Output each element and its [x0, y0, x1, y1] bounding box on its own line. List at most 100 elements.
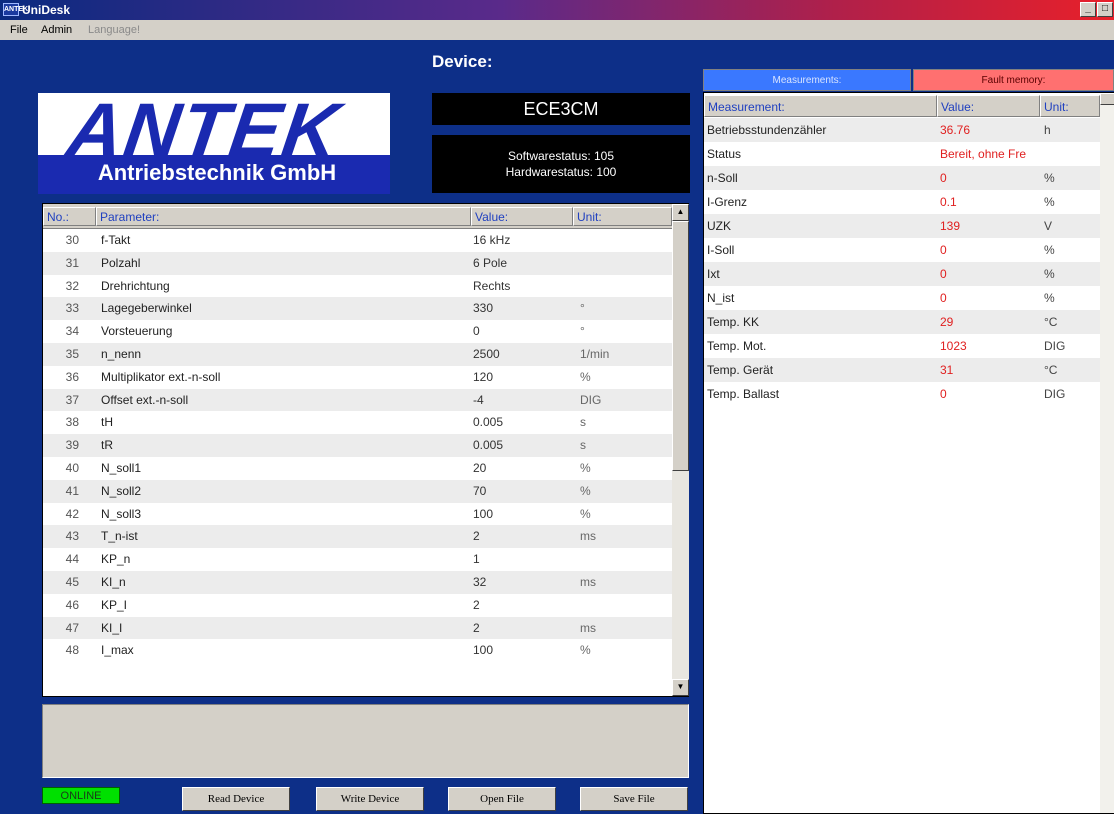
parameter-name: I_max	[101, 643, 134, 658]
table-row[interactable]: 43 T_n-ist 2 ms	[43, 525, 672, 549]
table-row[interactable]: 36 Multiplikator ext.-n-soll 120%	[43, 366, 672, 389]
measurement-name: Temp. Mot.	[707, 339, 767, 353]
table-row[interactable]: 38 tH 0.005 s	[43, 411, 672, 434]
write-device-button[interactable]: Write Device	[316, 787, 424, 811]
table-row[interactable]: I-Grenz 0.1%	[704, 190, 1100, 214]
scroll-thumb[interactable]	[1100, 93, 1114, 105]
measurement-value: 0	[940, 243, 947, 257]
column-header-unit[interactable]: Unit:	[1040, 95, 1100, 117]
tab-fault-memory[interactable]: Fault memory:	[913, 69, 1114, 91]
scroll-thumb[interactable]	[672, 221, 689, 471]
table-row[interactable]: 34 Vorsteuerung 0 °	[43, 320, 672, 343]
title-bar[interactable]: ANTEK UniDesk _ □	[0, 0, 1114, 20]
parameter-number: 43	[65, 529, 79, 544]
parameter-unit: DIG	[580, 392, 602, 407]
scroll-down-arrow-icon[interactable]: ▼	[672, 679, 689, 696]
parameter-name: N_soll2	[101, 483, 142, 498]
parameter-name: KI_n	[101, 574, 126, 589]
parameter-number: 34	[65, 324, 79, 339]
table-row[interactable]: 37 Offset ext.-n-soll -4 DIG	[43, 388, 672, 412]
parameter-value: 1	[473, 552, 480, 567]
table-row[interactable]: 44 KP_n 1	[43, 548, 672, 571]
parameter-value: 100	[473, 643, 494, 658]
parameter-value: 0.005	[473, 415, 504, 430]
table-row[interactable]: n-Soll 0%	[704, 166, 1100, 190]
table-row[interactable]: 46 KP_I 2	[43, 594, 672, 617]
table-row[interactable]: 32 Drehrichtung Rechts	[43, 275, 672, 298]
column-header-no[interactable]: No.:	[43, 207, 96, 226]
parameter-name: N_soll3	[101, 506, 142, 521]
parameter-value: -4	[473, 392, 484, 407]
open-file-button[interactable]: Open File	[448, 787, 556, 811]
menu-language[interactable]: Language!	[88, 24, 140, 36]
parameter-name: tR	[101, 438, 113, 453]
parameter-number: 37	[65, 392, 79, 407]
table-row[interactable]: Temp. KK 29 °C	[704, 310, 1100, 334]
table-row[interactable]: 41 N_soll2 70%	[43, 479, 672, 503]
column-header-value[interactable]: Value:	[471, 207, 573, 226]
measurement-table: Measurement: Value: Unit: Betriebsstunde…	[703, 92, 1114, 814]
minimize-button[interactable]: _	[1080, 2, 1096, 17]
table-row[interactable]: Temp. Gerät 31 °C	[704, 358, 1100, 382]
table-row[interactable]: 47 KI_I 2 ms	[43, 616, 672, 640]
table-row[interactable]: 42 N_soll3 100%	[43, 503, 672, 526]
table-row[interactable]: Temp. Ballast 0 DIG	[704, 382, 1100, 406]
parameter-number: 33	[65, 301, 79, 316]
table-row[interactable]: 45 KI_n 32 ms	[43, 570, 672, 594]
table-row[interactable]: N_ist 0%	[704, 286, 1100, 310]
table-row[interactable]: Ixt 0%	[704, 262, 1100, 286]
parameter-name: n_nenn	[101, 346, 142, 361]
parameter-table-header: No.: Parameter: Value: Unit:	[43, 204, 672, 229]
parameter-value: 2500	[473, 346, 500, 361]
measurement-value: 0	[940, 291, 947, 305]
parameter-unit: %	[580, 460, 591, 475]
menu-admin[interactable]: Admin	[41, 24, 72, 36]
measurement-unit: %	[1044, 291, 1055, 305]
table-row[interactable]: Temp. Mot. 1023 DIG	[704, 334, 1100, 358]
measurement-unit: °C	[1044, 363, 1058, 377]
table-row[interactable]: Status Bereit, ohne Fre	[704, 142, 1100, 166]
scroll-up-arrow-icon[interactable]: ▲	[672, 204, 689, 221]
parameter-number: 42	[65, 506, 79, 521]
maximize-button[interactable]: □	[1097, 2, 1113, 17]
measurement-value: 139	[940, 219, 961, 233]
measurement-rows: Betriebsstundenzähler 36.76 h Status Bereit,…	[704, 118, 1100, 406]
measurement-name: Temp. KK	[707, 315, 760, 329]
measurement-name: I-Soll	[707, 243, 735, 257]
table-row[interactable]: 31 Polzahl 6 Pole	[43, 251, 672, 275]
tab-measurements[interactable]: Measurements:	[703, 69, 911, 91]
parameter-value: 120	[473, 369, 494, 384]
parameter-number: 40	[65, 460, 79, 475]
measurement-scrollbar[interactable]	[1100, 93, 1114, 813]
table-row[interactable]: 33 Lagegeberwinkel 330 °	[43, 297, 672, 321]
parameter-name: N_soll1	[101, 460, 142, 475]
read-device-button[interactable]: Read Device	[182, 787, 290, 811]
measurement-value: 36.76	[940, 123, 971, 137]
table-row[interactable]: 39 tR 0.005 s	[43, 434, 672, 457]
parameter-scrollbar[interactable]: ▲ ▼	[672, 204, 689, 696]
column-header-value[interactable]: Value:	[937, 95, 1040, 117]
column-header-parameter[interactable]: Parameter:	[96, 207, 471, 226]
column-header-unit[interactable]: Unit:	[573, 207, 672, 226]
table-row[interactable]: 48 I_max 100%	[43, 639, 672, 662]
parameter-value: 2	[473, 620, 480, 635]
table-row[interactable]: 35 n_nenn 2500 1/min	[43, 342, 672, 366]
online-status-badge: ONLINE	[42, 787, 120, 804]
measurement-unit: DIG	[1044, 339, 1066, 353]
table-row[interactable]: 40 N_soll1 20%	[43, 457, 672, 480]
measurement-unit: DIG	[1044, 387, 1066, 401]
parameter-name: KP_n	[101, 552, 131, 567]
menu-file[interactable]: File	[10, 24, 28, 36]
table-row[interactable]: 30 f-Takt 16 kHz	[43, 229, 672, 252]
measurement-value: 0	[940, 171, 947, 185]
save-file-button[interactable]: Save File	[580, 787, 688, 811]
table-row[interactable]: UZK 139 V	[704, 214, 1100, 238]
table-row[interactable]: I-Soll 0%	[704, 238, 1100, 262]
message-area	[42, 704, 689, 778]
measurement-name: UZK	[707, 219, 731, 233]
column-header-measurement[interactable]: Measurement:	[704, 95, 937, 117]
table-row[interactable]: Betriebsstundenzähler 36.76 h	[704, 118, 1100, 142]
parameter-number: 41	[65, 483, 79, 498]
parameter-unit: %	[580, 369, 591, 384]
window-title: UniDesk	[22, 3, 71, 17]
